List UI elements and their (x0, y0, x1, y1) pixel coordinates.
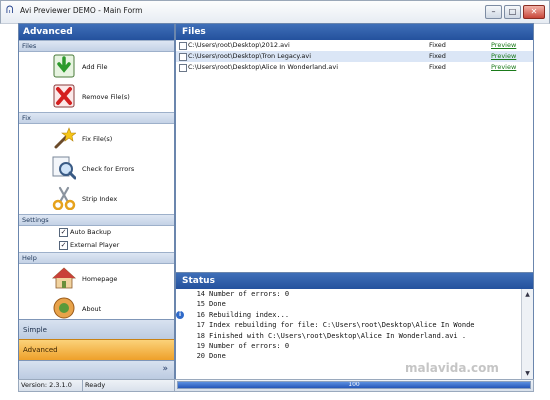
progress-bar: 100 (177, 381, 531, 389)
remove-files-button[interactable]: Remove File(s) (19, 82, 174, 112)
homepage-button[interactable]: Homepage (19, 264, 174, 294)
magic-wand-icon (54, 127, 76, 149)
auto-backup-checkbox[interactable]: ✓ (59, 228, 68, 237)
section-settings[interactable]: Settings (19, 214, 174, 226)
status-bar: Version: 2.3.1.0 Ready 100 (18, 379, 534, 392)
log-line-text: Number of errors: 0 (209, 341, 290, 350)
preview-link[interactable]: Preview (491, 52, 516, 60)
log-line-text: Number of errors: 0 (209, 290, 290, 298)
nav-advanced[interactable]: Advanced (19, 339, 174, 360)
maximize-button[interactable]: □ (504, 5, 521, 19)
log-line: 19 Number of errors: 0 (176, 341, 521, 351)
scroll-down-icon[interactable]: ▼ (523, 369, 532, 378)
scissors-icon (52, 186, 76, 210)
log-line-number: 15 (196, 300, 205, 309)
log-line: 14 Number of errors: 0 (176, 289, 521, 299)
file-path: C:\Users\root\Desktop\Tron Legacy.avi (188, 52, 312, 60)
section-fix[interactable]: Fix (19, 112, 174, 124)
app-icon: ᕬ (6, 5, 14, 16)
info-icon: i (176, 310, 184, 319)
file-row-checkbox[interactable] (179, 53, 187, 61)
log-line-text: Rebuilding index... (209, 310, 290, 319)
external-player-label: External Player (70, 241, 120, 249)
ready-label: Ready (85, 381, 106, 389)
log-line-text: Index rebuilding for file: C:\Users\root… (209, 321, 475, 330)
log-line-text: Done (209, 352, 226, 361)
log-line-number: 14 (196, 290, 205, 298)
check-errors-label: Check for Errors (82, 165, 135, 173)
preview-link[interactable]: Preview (491, 63, 516, 71)
progress-text: 100 (348, 381, 360, 388)
house-icon (52, 267, 76, 289)
strip-index-button[interactable]: Strip Index (19, 184, 174, 214)
file-row-checkbox[interactable] (179, 64, 187, 72)
window-title: Avi Previewer DEMO - Main Form (20, 6, 143, 15)
add-file-button[interactable]: Add File (19, 52, 174, 82)
log-line-text: Finished with C:\Users\root\Desktop\Alic… (209, 331, 467, 340)
auto-backup-row[interactable]: ✓ Auto Backup (19, 226, 174, 239)
file-status: Fixed (429, 52, 446, 60)
log-line: 17 Index rebuilding for file: C:\Users\ro… (176, 320, 521, 330)
file-path: C:\Users\root\Desktop\2012.avi (188, 41, 290, 49)
files-panel-header: Files (176, 24, 533, 40)
log-line: 15 Done (176, 299, 521, 309)
main-window: ᕬ Avi Previewer DEMO - Main Form – □ ✕ A… (0, 0, 550, 400)
log-line-number: 20 (196, 352, 205, 361)
check-errors-button[interactable]: Check for Errors (19, 154, 174, 184)
file-status: Fixed (429, 41, 446, 49)
about-label: About (82, 305, 102, 313)
strip-index-label: Strip Index (82, 195, 118, 203)
close-button[interactable]: ✕ (523, 5, 545, 19)
log-line-number: 19 (196, 341, 205, 350)
left-panel-header: Advanced (19, 24, 174, 40)
log-line-number: 17 (196, 321, 205, 330)
scroll-up-icon[interactable]: ▲ (523, 290, 532, 299)
nav-more-button[interactable]: » (19, 360, 174, 379)
status-divider (82, 380, 83, 391)
log-line-number: 18 (196, 331, 205, 340)
section-files[interactable]: Files (19, 40, 174, 52)
log-scrollbar[interactable]: ▲ ▼ (521, 289, 533, 379)
remove-files-label: Remove File(s) (82, 93, 130, 101)
minimize-button[interactable]: – (485, 5, 502, 19)
file-row[interactable]: C:\Users\root\Desktop\2012.avi Fixed Previ… (176, 40, 533, 51)
file-status: Fixed (429, 63, 446, 71)
remove-file-icon (53, 84, 75, 108)
external-player-checkbox[interactable]: ✓ (59, 241, 68, 250)
file-path: C:\Users\root\Desktop\Alice In Wonderlan… (188, 63, 339, 71)
file-row[interactable]: C:\Users\root\Desktop\Tron Legacy.avi Fix… (176, 51, 533, 62)
chevron-double-down-icon: » (162, 364, 168, 374)
homepage-label: Homepage (82, 275, 118, 283)
auto-backup-label: Auto Backup (70, 228, 111, 236)
file-row[interactable]: C:\Users\root\Desktop\Alice In Wonderlan… (176, 62, 533, 73)
log-line: 18 Finished with C:\Users\root\Desktop\Al… (176, 331, 521, 341)
preview-link[interactable]: Preview (491, 41, 516, 49)
about-icon (53, 297, 75, 319)
watermark: malavida.com (405, 361, 499, 375)
file-row-checkbox[interactable] (179, 42, 187, 50)
external-player-row[interactable]: ✓ External Player (19, 239, 174, 252)
fix-files-button[interactable]: Fix File(s) (19, 124, 174, 154)
fix-files-label: Fix File(s) (82, 135, 113, 143)
log-line: i 16 Rebuilding index... (176, 310, 521, 320)
log-line-number: 16 (196, 310, 205, 319)
add-file-icon (53, 54, 75, 78)
status-panel-header: Status (176, 273, 533, 289)
section-help[interactable]: Help (19, 252, 174, 264)
left-panel: Advanced Files Add File Remove File(s) F… (18, 23, 175, 380)
nav-simple[interactable]: Simple (19, 319, 174, 339)
file-list: C:\Users\root\Desktop\2012.avi Fixed Previ… (176, 40, 533, 73)
add-file-label: Add File (82, 63, 108, 71)
version-label: Version: 2.3.1.0 (21, 381, 72, 389)
files-panel: Files C:\Users\root\Desktop\2012.avi Fixe… (175, 23, 534, 273)
magnifier-icon (52, 156, 76, 180)
log-line-text: Done (209, 300, 226, 309)
title-bar[interactable]: ᕬ Avi Previewer DEMO - Main Form – □ ✕ (0, 0, 550, 24)
status-divider (174, 380, 175, 391)
